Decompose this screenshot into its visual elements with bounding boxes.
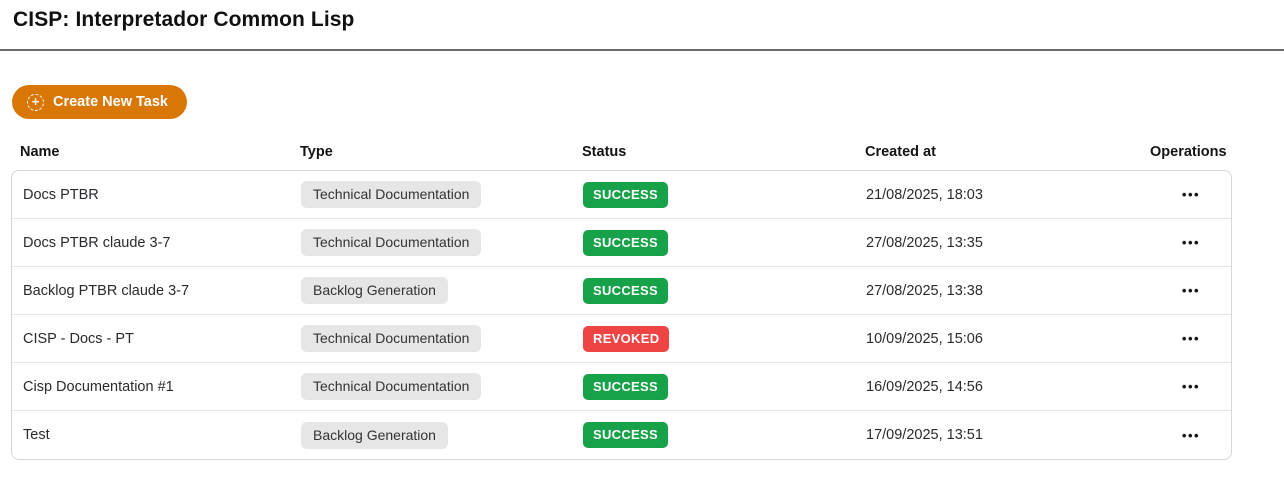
task-type-badge: Backlog Generation — [301, 277, 448, 304]
column-header-operations: Operations — [1150, 144, 1232, 160]
task-type-badge: Technical Documentation — [301, 181, 481, 208]
ellipsis-icon: ••• — [1182, 379, 1200, 394]
table-header-row: Name Type Status Created at Operations — [11, 144, 1232, 170]
table-row: Docs PTBR claude 3-7 Technical Documenta… — [12, 219, 1231, 267]
plus-circle-dashed-icon: + — [27, 94, 44, 111]
create-new-task-label: Create New Task — [53, 94, 168, 110]
task-type-badge: Technical Documentation — [301, 325, 481, 352]
row-operations-button[interactable]: ••• — [1178, 278, 1204, 303]
row-operations-button[interactable]: ••• — [1178, 182, 1204, 207]
page-title: CISP: Interpretador Common Lisp — [13, 8, 1270, 31]
task-created-at: 27/08/2025, 13:35 — [866, 235, 1151, 251]
tasks-table: Name Type Status Created at Operations D… — [11, 144, 1232, 460]
task-status-badge: SUCCESS — [583, 422, 668, 448]
table-row: CISP - Docs - PT Technical Documentation… — [12, 315, 1231, 363]
row-operations-button[interactable]: ••• — [1178, 230, 1204, 255]
task-status-badge: SUCCESS — [583, 182, 668, 208]
table-row: Test Backlog Generation SUCCESS 17/09/20… — [12, 411, 1231, 459]
task-name: Docs PTBR claude 3-7 — [12, 235, 301, 251]
task-created-at: 10/09/2025, 15:06 — [866, 331, 1151, 347]
task-created-at: 17/09/2025, 13:51 — [866, 427, 1151, 443]
row-operations-button[interactable]: ••• — [1178, 374, 1204, 399]
task-status-badge: SUCCESS — [583, 278, 668, 304]
create-new-task-button[interactable]: + Create New Task — [12, 85, 187, 119]
task-status-badge: SUCCESS — [583, 374, 668, 400]
toolbar: + Create New Task — [12, 85, 1284, 119]
task-type-badge: Backlog Generation — [301, 422, 448, 449]
ellipsis-icon: ••• — [1182, 283, 1200, 298]
column-header-name: Name — [11, 144, 300, 160]
task-name: CISP - Docs - PT — [12, 331, 301, 347]
title-divider — [0, 49, 1284, 51]
table-row: Cisp Documentation #1 Technical Document… — [12, 363, 1231, 411]
task-status-badge: REVOKED — [583, 326, 669, 352]
task-status-badge: SUCCESS — [583, 230, 668, 256]
task-created-at: 27/08/2025, 13:38 — [866, 283, 1151, 299]
task-type-badge: Technical Documentation — [301, 373, 481, 400]
ellipsis-icon: ••• — [1182, 187, 1200, 202]
row-operations-button[interactable]: ••• — [1178, 423, 1204, 448]
tasks-page: CISP: Interpretador Common Lisp + Create… — [0, 8, 1284, 486]
ellipsis-icon: ••• — [1182, 235, 1200, 250]
task-type-badge: Technical Documentation — [301, 229, 481, 256]
task-created-at: 21/08/2025, 18:03 — [866, 187, 1151, 203]
column-header-type: Type — [300, 144, 582, 160]
table-body: Docs PTBR Technical Documentation SUCCES… — [11, 170, 1232, 460]
task-name: Docs PTBR — [12, 187, 301, 203]
row-operations-button[interactable]: ••• — [1178, 326, 1204, 351]
table-row: Backlog PTBR claude 3-7 Backlog Generati… — [12, 267, 1231, 315]
task-name: Backlog PTBR claude 3-7 — [12, 283, 301, 299]
task-name: Cisp Documentation #1 — [12, 379, 301, 395]
task-name: Test — [12, 427, 301, 443]
ellipsis-icon: ••• — [1182, 428, 1200, 443]
task-created-at: 16/09/2025, 14:56 — [866, 379, 1151, 395]
ellipsis-icon: ••• — [1182, 331, 1200, 346]
table-row: Docs PTBR Technical Documentation SUCCES… — [12, 171, 1231, 219]
column-header-status: Status — [582, 144, 865, 160]
column-header-created-at: Created at — [865, 144, 1150, 160]
